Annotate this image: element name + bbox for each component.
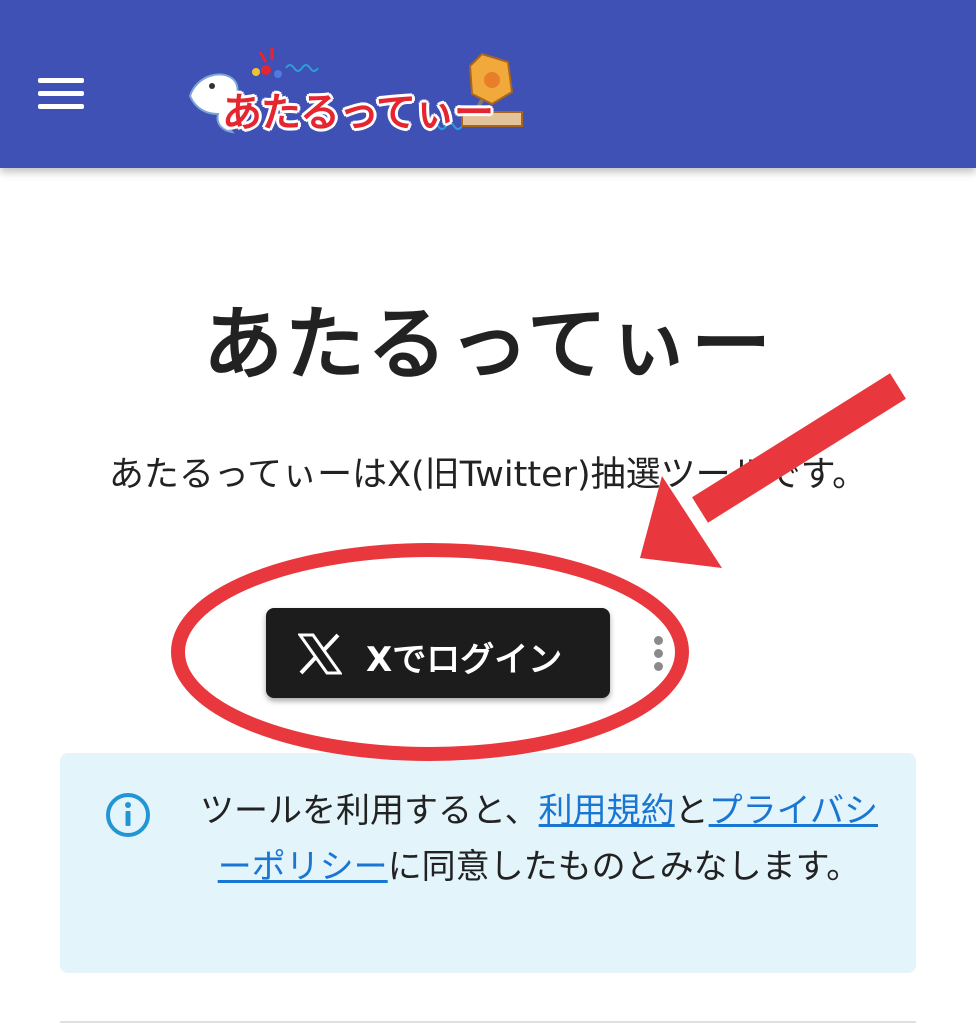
logo-text: あたるってぃー [222,90,494,136]
menu-line [38,78,84,83]
app-header: あたるってぃー [0,0,976,168]
info-icon [106,793,150,837]
terms-link[interactable]: 利用規約 [539,791,675,831]
dot [654,649,663,658]
menu-line [38,91,84,96]
dot [654,662,663,671]
dot [654,636,663,645]
page-description: あたるってぃーはX(旧Twitter)抽選ツールです。 [108,455,868,495]
page: あたるってぃー あたるってぃー あたるってぃーはX(旧Twitter)抽選ツール… [0,0,976,1024]
notice-text: ツールを利用すると、利用規約とプライバシーポリシーに同意したものとみなします。 [194,783,884,895]
notice-suffix: に同意したものとみなします。 [387,847,861,887]
x-logo-icon [298,633,342,675]
menu-icon[interactable] [38,78,84,110]
terms-notice: ツールを利用すると、利用規約とプライバシーポリシーに同意したものとみなします。 [60,753,916,973]
site-logo[interactable]: あたるってぃー [182,40,527,140]
x-login-button[interactable]: Xでログイン [266,608,610,698]
page-title: あたるってぃー [203,298,773,391]
login-button-label: Xでログイン [366,640,563,680]
notice-middle: と [674,791,709,831]
more-vertical-icon[interactable] [654,636,664,672]
divider [60,1021,916,1023]
notice-prefix: ツールを利用すると、 [200,791,539,831]
menu-line [38,104,84,109]
